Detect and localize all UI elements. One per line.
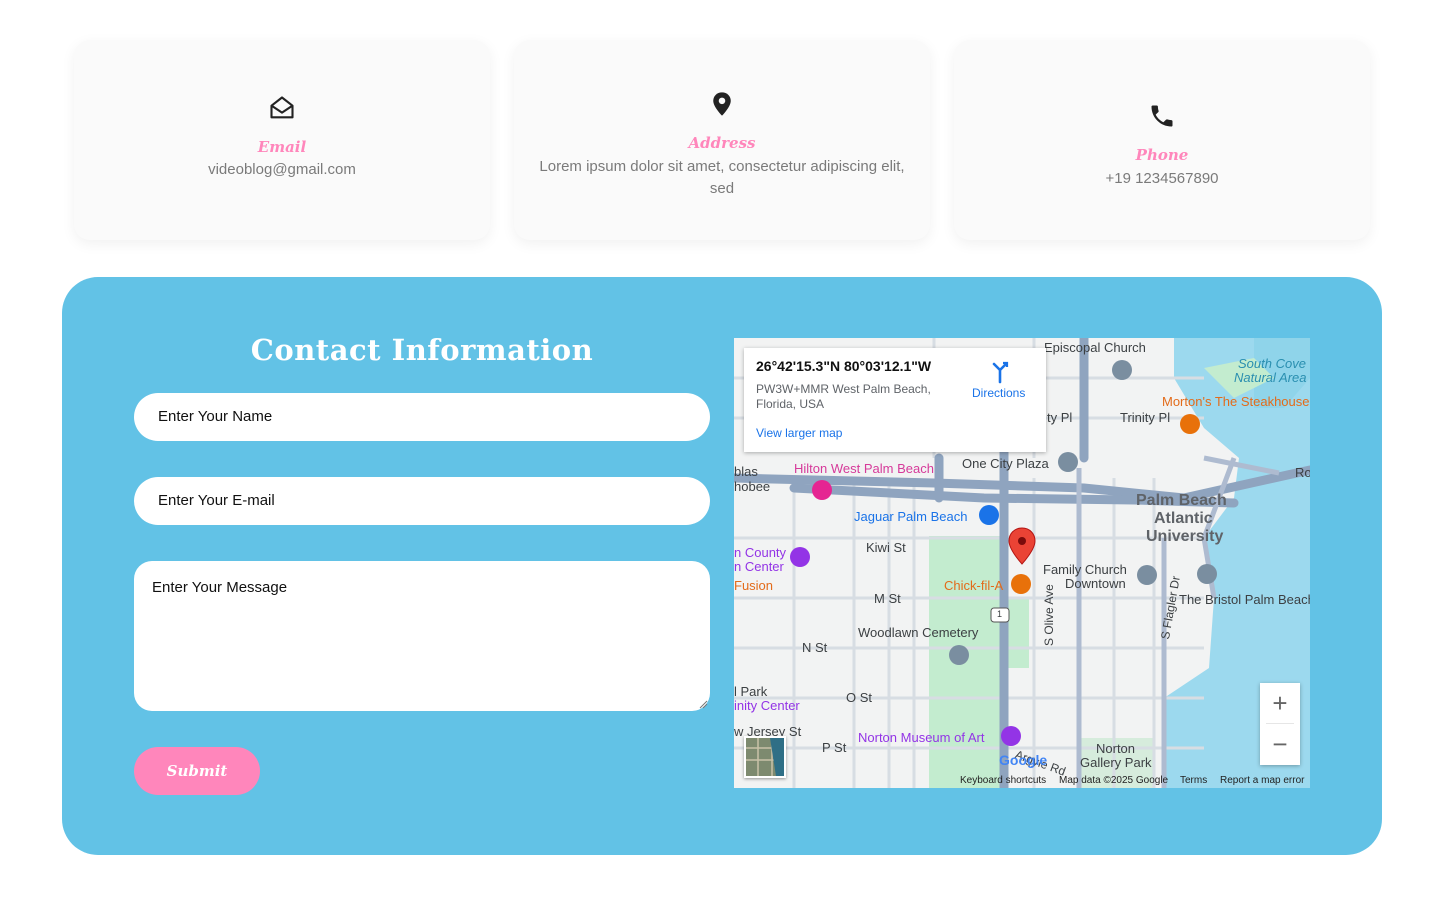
map-label: University [1146,528,1224,545]
map-label: O St [846,690,873,705]
map-label: Natural Area [1234,370,1307,385]
phone-icon [1151,105,1173,127]
map-coordinates: 26°42'15.3"N 80°03'12.1"W [756,358,932,374]
map-label: One City Plaza [962,456,1049,471]
map-attribution-bar: Keyboard shortcuts Map data ©2025 Google… [734,774,1310,788]
card-text: Lorem ipsum dolor sit amet, consectetur … [539,158,905,197]
map-label: hobee [734,479,771,494]
email-card: Email videoblog@gmail.com [74,40,490,240]
name-input[interactable]: Enter Your Name [134,393,710,441]
contact-section: Contact Information Enter Your Name Ente… [62,277,1382,855]
card-text: videoblog@gmail.com [208,161,356,178]
map-label: Fusion [734,578,774,593]
contact-title: Contact Information [250,333,594,367]
map-embed[interactable]: Episcopal Church South Cove Natural Area… [734,338,1310,788]
map-label: Woodlawn Cemetery [858,625,979,640]
map-label: M St [874,591,901,606]
location-pin-icon [1008,527,1036,565]
directions-link[interactable]: Directions [972,386,1025,400]
route-shield-label: 1 [997,609,1003,619]
phone-card: Phone +19 1234567890 [954,40,1370,240]
message-textarea[interactable]: Enter Your Message [134,561,710,711]
map-label: Jaguar Palm Beach [854,509,968,524]
map-label: n County [734,545,787,560]
terms-link[interactable]: Terms [1180,775,1207,786]
report-map-error-link[interactable]: Report a map error [1220,775,1304,786]
card-title: Address [688,134,756,152]
map-label: Downtown [1065,576,1126,591]
google-logo-text: Google [999,752,1048,768]
map-label: N St [802,640,828,655]
submit-button[interactable]: Submit [134,747,260,795]
directions-icon[interactable] [988,360,1012,384]
map-label: P St [822,740,847,755]
zoom-in-button[interactable]: + [1260,683,1300,723]
google-logo: Google [999,752,1047,768]
map-label: Chick-fil-A [944,578,1004,593]
map-info-card: 26°42'15.3"N 80°03'12.1"W PW3W+MMR West … [744,348,1046,452]
map-label: l Park [734,684,768,699]
card-title: Email [257,138,307,156]
map-label: The Bristol Palm Beach [1179,592,1310,607]
map-label: South Cove [1238,356,1306,371]
keyboard-shortcuts-link[interactable]: Keyboard shortcuts [960,775,1046,786]
map-label: Gallery Park [1080,755,1152,770]
message-placeholder: Enter Your Message [152,579,288,596]
view-larger-map-link[interactable]: View larger map [756,426,842,440]
map-label: Norton Museum of Art [858,730,985,745]
map-label: Morton's The Steakhouse [1162,394,1310,409]
map-label: inity Center [734,698,800,713]
map-label: Palm Beach [1136,492,1227,509]
address-card: Address Lorem ipsum dolor sit amet, cons… [514,40,930,240]
card-text: +19 1234567890 [1105,170,1219,187]
map-label: Hilton West Palm Beach [794,461,934,476]
zoom-out-button[interactable]: − [1260,724,1300,764]
map-label: n Center [734,559,784,574]
map-label: blas [734,464,758,479]
satellite-preview-icon [746,738,784,776]
map-label: Norton [1096,741,1136,756]
map-label: Trinity Pl [1120,410,1171,425]
map-label: Ro [1295,465,1310,480]
map-data-text: Map data ©2025 Google [1059,775,1169,786]
map-label: Atlantic [1154,510,1213,527]
email-input[interactable]: Enter Your E-mail [134,477,710,525]
satellite-toggle-thumbnail[interactable] [744,736,786,778]
map-address: PW3W+MMR West Palm Beach, Florida, USA [756,382,931,411]
map-label: S Olive Ave [1042,584,1056,646]
card-title: Phone [1135,146,1189,164]
map-label: Family Church [1043,562,1127,577]
map-pin-icon [713,92,731,116]
envelope-open-icon [270,96,294,119]
zoom-control: + − [1260,683,1300,765]
map-label: Episcopal Church [1044,340,1146,355]
map-label: Kiwi St [866,540,906,555]
resize-grip-icon[interactable] [698,699,708,709]
map-label: ty Pl [1047,410,1073,425]
